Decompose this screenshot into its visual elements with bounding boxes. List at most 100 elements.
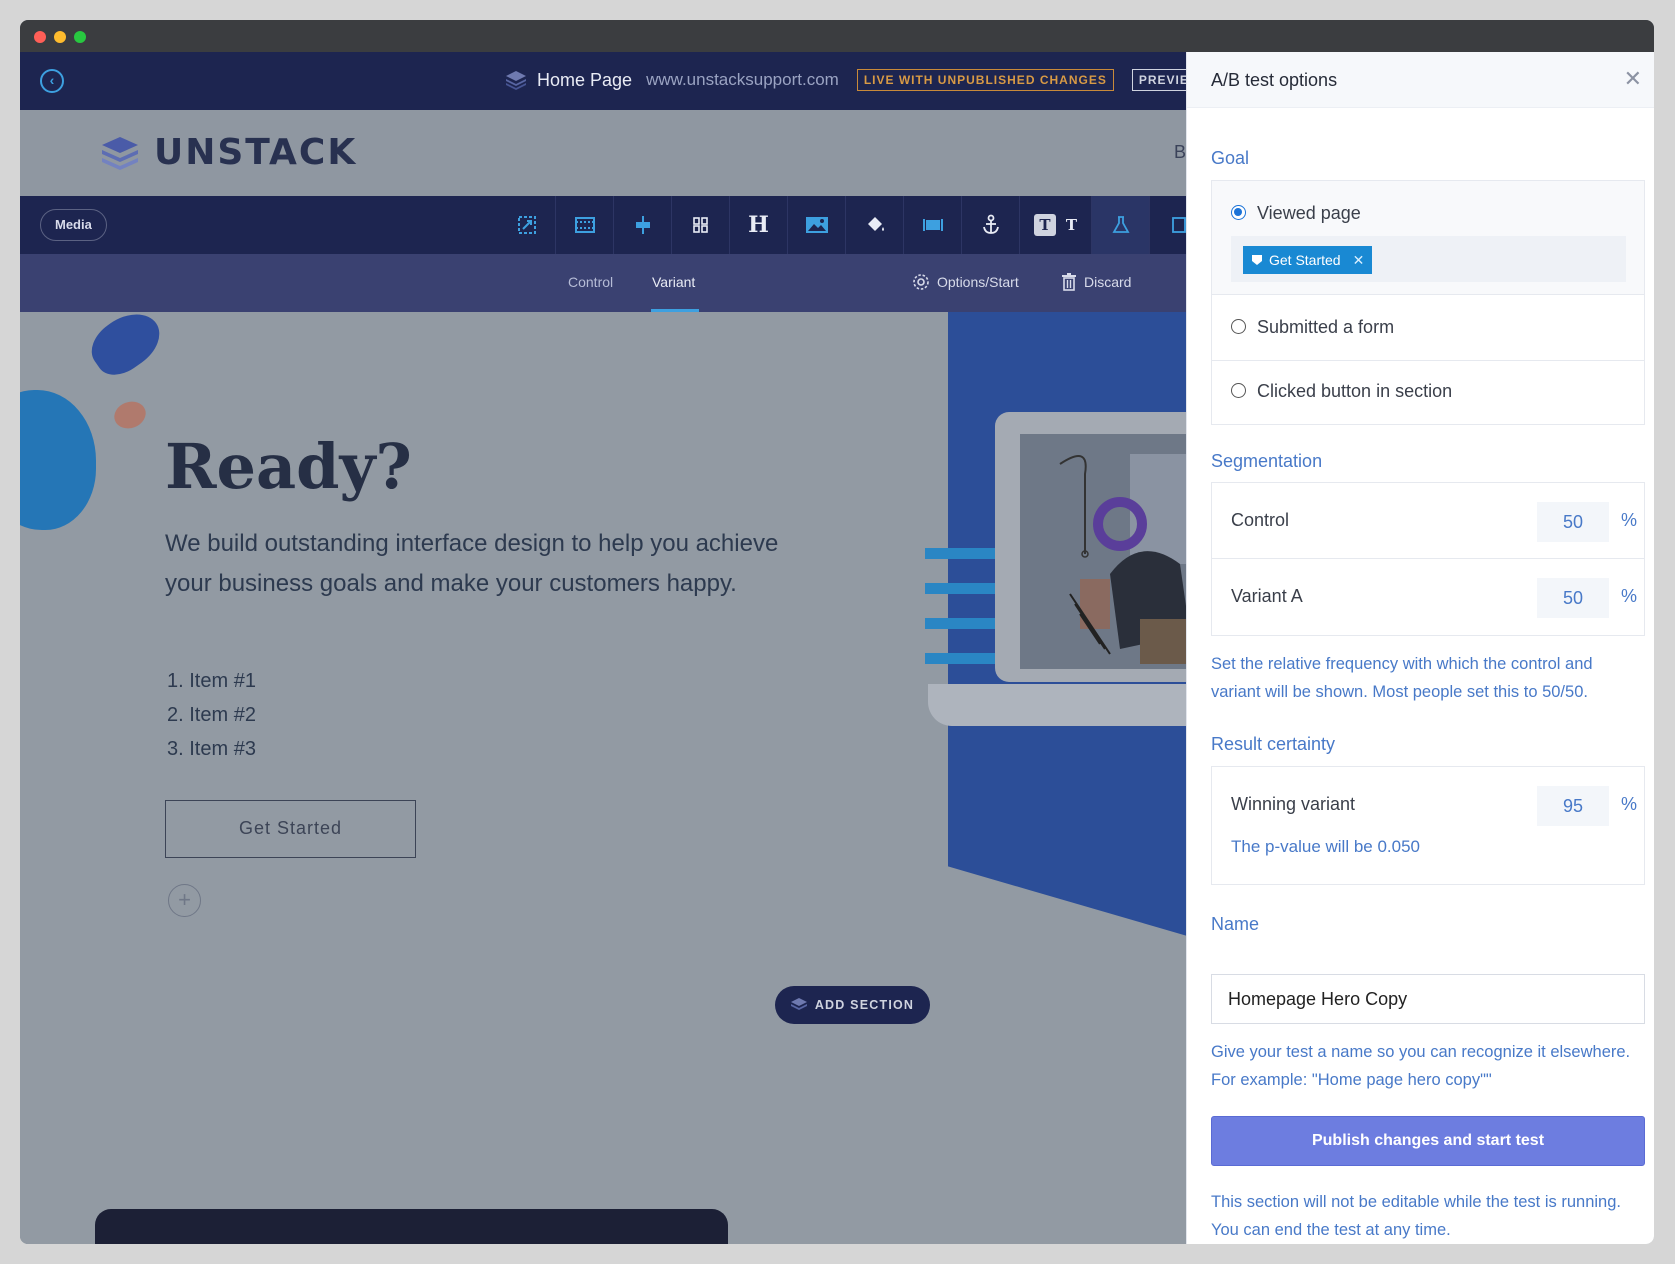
section-toolbar: Media H T T xyxy=(20,196,1186,254)
section-layout-icon[interactable] xyxy=(556,196,614,254)
remove-tag-icon[interactable]: ✕ xyxy=(1353,246,1365,274)
text-style-plain: T xyxy=(1065,216,1078,234)
paint-bucket-icon[interactable] xyxy=(846,196,904,254)
segment-label: Control xyxy=(1231,510,1290,530)
goal-option-label: Submitted a form xyxy=(1257,317,1395,337)
decorative-blob xyxy=(82,301,170,385)
preview-button[interactable]: PREVIEW xyxy=(1131,69,1186,91)
decorative-blob xyxy=(110,397,150,433)
list-item: 1. Item #1 xyxy=(167,670,256,692)
maximize-window-button[interactable] xyxy=(74,31,86,43)
selected-page-tag: Get Started ✕ xyxy=(1243,246,1373,274)
tab-variant[interactable]: Variant xyxy=(652,274,695,290)
laptop-illustration xyxy=(995,412,1186,682)
layers-icon xyxy=(506,71,526,90)
goal-option-clicked-button[interactable]: Clicked button in section xyxy=(1212,361,1644,424)
hero-list[interactable]: 1. Item #1 2. Item #2 3. Item #3 xyxy=(167,664,256,766)
ab-test-flask-icon[interactable] xyxy=(1092,196,1150,254)
percent-unit: % xyxy=(1621,586,1638,606)
tag-label: Get Started xyxy=(1269,252,1341,268)
gear-icon xyxy=(913,274,929,290)
site-nav-item[interactable]: B xyxy=(1174,142,1186,163)
certainty-percent-input[interactable]: 95 xyxy=(1537,786,1609,826)
name-help: Give your test a name so you can recogni… xyxy=(1211,1043,1631,1089)
decorative-blob xyxy=(20,390,96,530)
fullwidth-icon[interactable] xyxy=(904,196,962,254)
radio-clicked-button[interactable] xyxy=(1231,383,1246,398)
list-item: 3. Item #3 xyxy=(167,738,256,760)
percent-unit: % xyxy=(1621,794,1638,814)
add-section-button[interactable]: ADD SECTION xyxy=(775,986,930,1024)
result-certainty-label: Result certainty xyxy=(1211,734,1336,754)
page-selector[interactable]: Get Started ✕ xyxy=(1231,236,1626,282)
more-tools-icon[interactable] xyxy=(1150,196,1186,254)
variant-a-percent-input[interactable]: 50 xyxy=(1537,578,1609,618)
minimize-window-button[interactable] xyxy=(54,31,66,43)
segmentation-help: Set the relative frequency with which th… xyxy=(1211,655,1593,701)
discard-label: Discard xyxy=(1084,274,1132,290)
heading-icon[interactable]: H xyxy=(730,196,788,254)
certainty-row: Winning variant 95 % xyxy=(1212,767,1644,837)
align-icon[interactable] xyxy=(614,196,672,254)
toolbar-tools: H T T xyxy=(498,196,1186,254)
name-label: Name xyxy=(1211,914,1260,934)
test-name-input[interactable]: Homepage Hero Copy xyxy=(1211,974,1645,1024)
add-element-icon[interactable]: + xyxy=(168,884,201,917)
publish-and-start-test-button[interactable]: Publish changes and start test xyxy=(1211,1116,1645,1166)
logo-text: UNSTACK xyxy=(154,132,358,173)
control-percent-input[interactable]: 50 xyxy=(1537,502,1609,542)
goal-label: Goal xyxy=(1211,148,1250,168)
page-url[interactable]: www.unstacksupport.com xyxy=(646,70,839,90)
segmentation-label: Segmentation xyxy=(1211,451,1323,471)
footer-help: This section will not be editable while … xyxy=(1211,1193,1621,1239)
columns-icon[interactable] xyxy=(672,196,730,254)
site-header: UNSTACK B xyxy=(20,110,1186,196)
text-style-boxed: T xyxy=(1033,214,1056,236)
window-titlebar xyxy=(20,20,1654,52)
segment-row-control: Control 50 % xyxy=(1212,483,1644,559)
ab-variant-bar: Control Variant Options/Start Discard xyxy=(20,254,1186,312)
list-item: 2. Item #2 xyxy=(167,704,256,726)
segment-label: Variant A xyxy=(1231,586,1303,606)
goal-option-label: Viewed page xyxy=(1257,203,1361,223)
layers-icon xyxy=(790,998,807,1010)
percent-unit: % xyxy=(1621,510,1638,530)
editor-topbar: ‹ Home Page www.unstacksupport.com LIVE … xyxy=(20,52,1186,110)
winning-variant-label: Winning variant xyxy=(1231,794,1356,814)
discard-button[interactable]: Discard xyxy=(1061,273,1131,291)
anchor-icon[interactable] xyxy=(962,196,1020,254)
tab-control[interactable]: Control xyxy=(568,274,613,290)
radio-viewed-page[interactable] xyxy=(1231,205,1246,220)
segmentation-card: Control 50 % Variant A 50 % xyxy=(1211,482,1645,636)
p-value-text: The p-value will be 0.050 xyxy=(1231,837,1421,856)
app-window: ‹ Home Page www.unstacksupport.com LIVE … xyxy=(20,20,1654,1244)
laptop-screen xyxy=(1020,434,1186,669)
goal-option-submitted-form[interactable]: Submitted a form xyxy=(1212,295,1644,361)
next-section-image xyxy=(95,1209,728,1244)
back-icon[interactable]: ‹ xyxy=(40,69,64,93)
text-style-icon[interactable]: T T xyxy=(1020,196,1092,254)
page-editor: ‹ Home Page www.unstacksupport.com LIVE … xyxy=(20,52,1186,1244)
goal-option-label: Clicked button in section xyxy=(1257,381,1453,401)
page-title-group: Home Page www.unstacksupport.com LIVE WI… xyxy=(505,69,1186,91)
goal-options: Viewed page Get Started ✕ Submitted a fo… xyxy=(1211,180,1645,425)
ab-test-options-panel: A/B test options ✕ Goal Viewed page Get … xyxy=(1186,52,1654,1244)
close-icon[interactable]: ✕ xyxy=(1624,68,1642,90)
radio-submitted-form[interactable] xyxy=(1231,319,1246,334)
get-started-button[interactable]: Get Started xyxy=(165,800,416,858)
trash-icon xyxy=(1062,273,1076,291)
goal-option-viewed-page[interactable]: Viewed page Get Started ✕ xyxy=(1212,181,1644,295)
hero-section[interactable]: Ready? We build outstanding interface de… xyxy=(20,301,1186,1244)
hero-heading[interactable]: Ready? xyxy=(165,430,412,503)
panel-header: A/B test options ✕ xyxy=(1187,52,1654,108)
options-start-label: Options/Start xyxy=(937,274,1019,290)
shield-icon xyxy=(1252,255,1262,265)
resize-icon[interactable] xyxy=(498,196,556,254)
panel-title: A/B test options xyxy=(1211,70,1338,90)
media-button[interactable]: Media xyxy=(40,209,107,241)
add-section-label: ADD SECTION xyxy=(814,998,915,1012)
options-start-button[interactable]: Options/Start xyxy=(912,273,1019,291)
close-window-button[interactable] xyxy=(34,31,46,43)
image-icon[interactable] xyxy=(788,196,846,254)
hero-copy[interactable]: We build outstanding interface design to… xyxy=(165,524,795,604)
